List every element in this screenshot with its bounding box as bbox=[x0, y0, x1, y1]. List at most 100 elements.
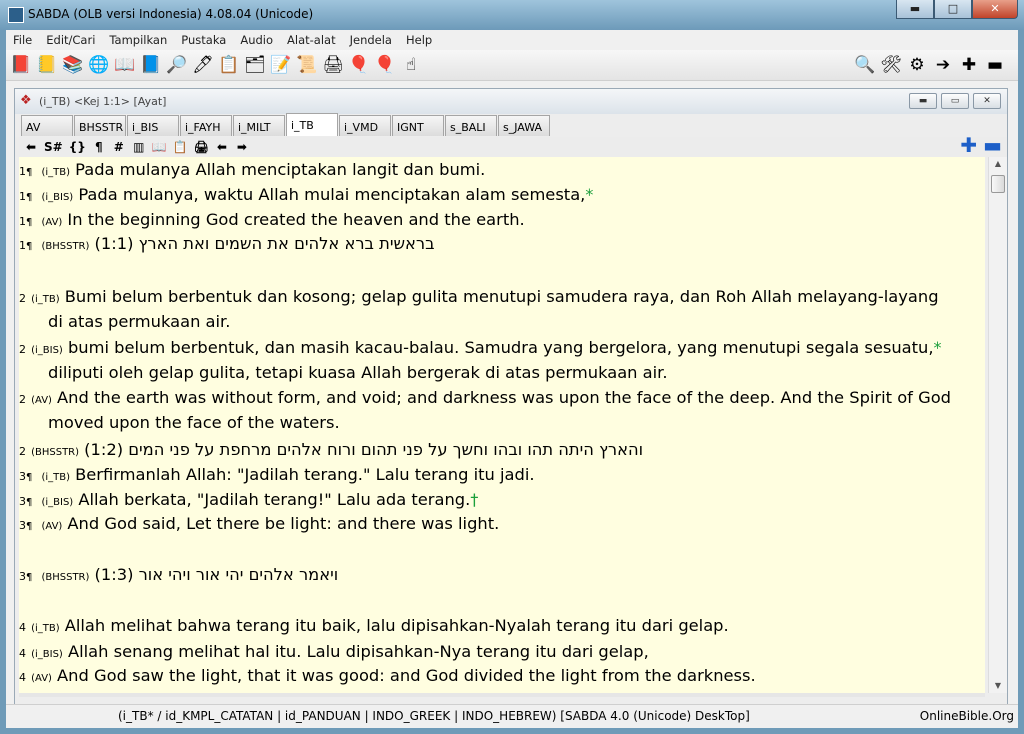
verse-number[interactable]: 1 bbox=[19, 239, 26, 252]
verse-line[interactable]: 2 (i_BIS) bumi belum berbentuk, dan masi… bbox=[19, 335, 985, 360]
notepad-icon[interactable]: 📋 bbox=[216, 52, 242, 78]
print-icon[interactable]: 🖨 bbox=[191, 138, 212, 156]
menu-alat-alat[interactable]: Alat-alat bbox=[280, 30, 343, 50]
verse-line[interactable]: 2 (i_TB) Bumi belum berbentuk dan kosong… bbox=[19, 284, 985, 309]
tools-icon[interactable]: 🛠 bbox=[878, 52, 904, 78]
balloons-icon[interactable]: 🎈 bbox=[372, 52, 398, 78]
gears-icon[interactable]: ⚙ bbox=[904, 52, 930, 78]
printer-icon[interactable]: 🖨 bbox=[320, 52, 346, 78]
doc-minimize-button[interactable]: ▬ bbox=[909, 93, 937, 109]
braces-button[interactable]: {} bbox=[66, 138, 89, 156]
verse-line[interactable]: 3¶ (AV) And God said, Let there be light… bbox=[19, 511, 985, 536]
menu-edit-cari[interactable]: Edit/Cari bbox=[39, 30, 102, 50]
bible-icon[interactable]: 📕 bbox=[8, 52, 34, 78]
footnote-marker[interactable]: * bbox=[585, 185, 593, 204]
tab-i-vmd[interactable]: i_VMD bbox=[339, 115, 391, 136]
notes-icon[interactable]: 📝 bbox=[268, 52, 294, 78]
verse-line[interactable]: 4 (i_BIS) Allah senang melihat hal itu. … bbox=[19, 639, 985, 664]
footnote-marker[interactable]: * bbox=[934, 338, 942, 357]
zoom-in-icon[interactable]: ✚ bbox=[956, 52, 982, 78]
verse-number[interactable]: 4 bbox=[19, 621, 26, 634]
scroll-thumb[interactable] bbox=[991, 175, 1005, 193]
verse-line[interactable]: 3¶ (i_TB) Berfirmanlah Allah: "Jadilah t… bbox=[19, 462, 985, 487]
verse-line[interactable]: 1¶ (i_TB) Pada mulanya Allah menciptakan… bbox=[19, 157, 985, 182]
verse-number-button[interactable]: # bbox=[109, 138, 129, 156]
books-stack-icon[interactable]: 📚 bbox=[60, 52, 86, 78]
search-books-icon[interactable]: 🔎 bbox=[164, 52, 190, 78]
scroll-down-icon[interactable]: ▼ bbox=[989, 679, 1007, 693]
tab-i-milt[interactable]: i_MILT bbox=[233, 115, 285, 136]
menu-jendela[interactable]: Jendela bbox=[343, 30, 399, 50]
verse-line[interactable]: 1¶ (AV) In the beginning God created the… bbox=[19, 207, 985, 232]
open-book-icon[interactable]: 📖 bbox=[149, 138, 170, 156]
maximize-button[interactable]: □ bbox=[934, 0, 972, 19]
doc-restore-button[interactable]: ▭ bbox=[941, 93, 969, 109]
document-titlebar[interactable]: ❖ (i_TB) <Kej 1:1> [Ayat] ▬ ▭ ✕ bbox=[15, 89, 1007, 114]
pen-icon[interactable]: 🖊 bbox=[190, 52, 216, 78]
books-yellow-icon[interactable]: 📒 bbox=[34, 52, 60, 78]
footnote-marker[interactable]: † bbox=[470, 490, 478, 509]
verse-number[interactable]: 2 bbox=[19, 343, 26, 356]
folder-icon[interactable]: 🗂 bbox=[242, 52, 268, 78]
verse-number[interactable]: 2 bbox=[19, 445, 26, 458]
strongs-button[interactable]: S# bbox=[41, 138, 66, 156]
verse-line[interactable]: 3¶ (i_BIS) Allah berkata, "Jadilah teran… bbox=[19, 487, 985, 512]
balloon-icon[interactable]: 🎈 bbox=[346, 52, 372, 78]
verse-line[interactable]: 1¶ (i_BIS) Pada mulanya, waktu Allah mul… bbox=[19, 182, 985, 207]
verse-number[interactable]: 1 bbox=[19, 190, 26, 203]
vertical-scrollbar[interactable]: ▲ ▼ bbox=[988, 157, 1007, 693]
magnifier-icon[interactable]: 🔍 bbox=[852, 52, 878, 78]
scroll-up-icon[interactable]: ▲ bbox=[989, 157, 1007, 171]
tab-s-jawa[interactable]: s_JAWA bbox=[498, 115, 550, 136]
verse-number[interactable]: 3 bbox=[19, 470, 26, 483]
verse-number[interactable]: 3 bbox=[19, 495, 26, 508]
verse-number[interactable]: 3 bbox=[19, 570, 26, 583]
minimize-button[interactable]: ▬ bbox=[896, 0, 934, 19]
tab-bhsstr[interactable]: BHSSTR bbox=[74, 115, 126, 136]
verse-number[interactable]: 2 bbox=[19, 393, 26, 406]
previous-arrow-icon[interactable]: ⬅ bbox=[212, 138, 232, 156]
window-titlebar[interactable]: SABDA (OLB versi Indonesia) 4.08.04 (Uni… bbox=[0, 0, 1024, 30]
verse-number[interactable]: 3 bbox=[19, 519, 26, 532]
bible-text-pane[interactable]: 1¶ (i_TB) Pada mulanya Allah menciptakan… bbox=[19, 157, 985, 693]
back-arrow-icon[interactable]: ⬅ bbox=[21, 138, 41, 156]
verse-line[interactable]: 2 (AV) And the earth was without form, a… bbox=[19, 385, 985, 410]
tab-s-bali[interactable]: s_BALI bbox=[445, 115, 497, 136]
zoom-out-icon[interactable]: ▬ bbox=[980, 135, 1005, 155]
menu-tampilkan[interactable]: Tampilkan bbox=[102, 30, 174, 50]
verse-line[interactable]: 1¶ (BHSSTR) בראשית ברא אלהים את השמים וא… bbox=[19, 231, 985, 256]
menu-pustaka[interactable]: Pustaka bbox=[174, 30, 233, 50]
open-book-icon[interactable]: 📖 bbox=[112, 52, 138, 78]
horizontal-scrollbar[interactable] bbox=[19, 693, 985, 697]
verse-line[interactable]: 4 (AV) And God saw the light, that it wa… bbox=[19, 663, 985, 688]
menu-help[interactable]: Help bbox=[399, 30, 439, 50]
menu-file[interactable]: File bbox=[6, 30, 39, 50]
parallel-columns-icon[interactable]: ▥ bbox=[129, 138, 149, 156]
copy-icon[interactable]: 📋 bbox=[170, 138, 191, 156]
zoom-out-icon[interactable]: ▬ bbox=[982, 52, 1008, 78]
dictionary-icon[interactable]: 📘 bbox=[138, 52, 164, 78]
verse-number[interactable]: 1 bbox=[19, 215, 26, 228]
scroll-icon[interactable]: 📜 bbox=[294, 52, 320, 78]
tab-i-tb[interactable]: i_TB bbox=[286, 113, 338, 136]
next-arrow-icon[interactable]: ➡ bbox=[232, 138, 252, 156]
tab-av[interactable]: AV bbox=[21, 115, 73, 136]
pointer-hand-icon[interactable]: ☝ bbox=[398, 52, 424, 78]
close-button[interactable]: ✕ bbox=[972, 0, 1018, 19]
verse-line[interactable]: 4 (i_TB) Allah melihat bahwa terang itu … bbox=[19, 613, 985, 638]
verse-number[interactable]: 4 bbox=[19, 671, 26, 684]
arrow-right-icon[interactable]: ➔ bbox=[930, 52, 956, 78]
menu-audio[interactable]: Audio bbox=[233, 30, 280, 50]
zoom-in-icon[interactable]: ✚ bbox=[957, 135, 980, 155]
tab-i-bis[interactable]: i_BIS bbox=[127, 115, 179, 136]
globe-icon[interactable]: 🌐 bbox=[86, 52, 112, 78]
doc-close-button[interactable]: ✕ bbox=[973, 93, 1001, 109]
tab-i-fayh[interactable]: i_FAYH bbox=[180, 115, 232, 136]
pilcrow-button[interactable]: ¶ bbox=[89, 138, 109, 156]
verse-number[interactable]: 4 bbox=[19, 647, 26, 660]
tab-ignt[interactable]: IGNT bbox=[392, 115, 444, 136]
verse-number[interactable]: 2 bbox=[19, 292, 26, 305]
verse-line[interactable]: 2 (BHSSTR) והארץ היתה תהו ובהו וחשך על פ… bbox=[19, 437, 985, 462]
verse-line[interactable]: 3¶ (BHSSTR) ויאמר אלהים יהי אור ויהי אור… bbox=[19, 562, 985, 587]
verse-number[interactable]: 1 bbox=[19, 165, 26, 178]
